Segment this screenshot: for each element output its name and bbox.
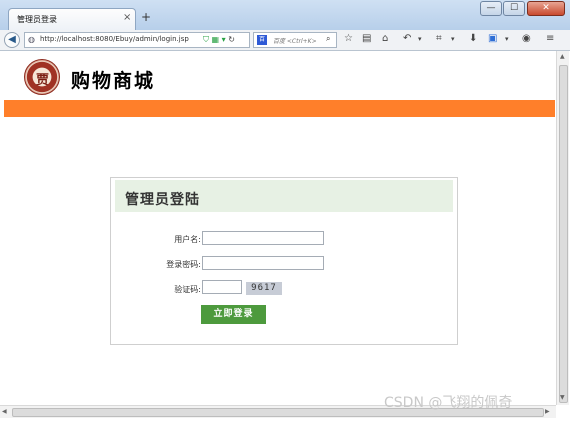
chat-icon[interactable]: ◉ bbox=[522, 33, 531, 44]
watermark: CSDN @飞翔的佩奇 bbox=[384, 395, 513, 411]
captcha-label: 验证码: bbox=[174, 285, 201, 294]
chevron-down-icon[interactable]: ▾ bbox=[418, 35, 422, 43]
search-placeholder: 百度 <Ctrl+K> bbox=[273, 38, 317, 45]
username-input[interactable] bbox=[202, 231, 324, 245]
address-bar[interactable]: ◍ http://localhost:8080/Ebuy/admin/login… bbox=[24, 32, 250, 48]
security-shield-icon[interactable]: ⛉ ▦ ▾ ↻ bbox=[203, 35, 235, 45]
search-engine-icon[interactable]: 百 bbox=[257, 35, 267, 45]
header-bar bbox=[4, 100, 555, 117]
scroll-down-icon[interactable]: ▼ bbox=[560, 394, 565, 401]
bookmark-star-icon[interactable]: ☆ bbox=[344, 33, 353, 44]
new-tab-icon[interactable]: + bbox=[141, 10, 151, 24]
minimize-button[interactable]: — bbox=[480, 1, 502, 16]
close-window-button[interactable]: ✕ bbox=[527, 1, 565, 16]
scroll-up-icon[interactable]: ▲ bbox=[560, 53, 565, 60]
url-text: http://localhost:8080/Ebuy/admin/login.j… bbox=[40, 35, 189, 43]
store-logo: 贾 bbox=[24, 59, 60, 95]
download-icon[interactable]: ⬇ bbox=[469, 33, 477, 44]
site-name: 购物商城 bbox=[71, 70, 156, 92]
password-label: 登录密码: bbox=[166, 260, 201, 269]
search-box[interactable]: 百 百度 <Ctrl+K> ⌕ bbox=[253, 32, 337, 48]
login-panel-header: 管理员登陆 bbox=[115, 180, 453, 212]
login-button[interactable]: 立即登录 bbox=[201, 305, 266, 324]
scroll-right-icon[interactable]: ▶ bbox=[545, 408, 550, 415]
captcha-image[interactable]: 9617 bbox=[246, 282, 282, 295]
browser-titlebar: 管理员登录 × + — ☐ ✕ bbox=[0, 0, 570, 30]
logo-mark-icon: 贾 bbox=[36, 73, 50, 88]
login-panel: 管理员登陆 用户名: 登录密码: 验证码: 9617 立即登录 bbox=[110, 177, 458, 345]
username-label: 用户名: bbox=[174, 235, 201, 244]
scroll-left-icon[interactable]: ◀ bbox=[2, 408, 7, 415]
chevron-down-icon[interactable]: ▾ bbox=[451, 35, 455, 43]
maximize-button[interactable]: ☐ bbox=[503, 1, 525, 16]
undo-icon[interactable]: ↶ bbox=[403, 33, 411, 44]
home-icon[interactable]: ⌂ bbox=[382, 33, 388, 44]
vertical-scrollbar[interactable]: ▲ ▼ bbox=[556, 51, 569, 405]
password-input[interactable] bbox=[202, 256, 324, 270]
tab-title: 管理员登录 bbox=[17, 15, 57, 24]
captcha-input[interactable] bbox=[202, 280, 242, 294]
chevron-down-icon[interactable]: ▾ bbox=[505, 35, 509, 43]
vertical-scroll-thumb[interactable] bbox=[559, 65, 568, 403]
navigation-toolbar: ◀ ◍ http://localhost:8080/Ebuy/admin/log… bbox=[0, 30, 570, 51]
reading-list-icon[interactable]: ▤ bbox=[362, 33, 371, 44]
screenshot-icon[interactable]: ⌗ bbox=[436, 33, 442, 44]
close-tab-icon[interactable]: × bbox=[123, 12, 131, 23]
login-title: 管理员登陆 bbox=[125, 192, 200, 208]
back-arrow-icon[interactable]: ◀ bbox=[4, 32, 20, 48]
extension-icon[interactable]: ▣ bbox=[488, 33, 497, 44]
browser-tab[interactable]: 管理员登录 × bbox=[8, 8, 136, 30]
globe-icon: ◍ bbox=[28, 35, 35, 44]
menu-icon[interactable]: ≡ bbox=[546, 33, 554, 44]
search-icon[interactable]: ⌕ bbox=[326, 34, 330, 44]
